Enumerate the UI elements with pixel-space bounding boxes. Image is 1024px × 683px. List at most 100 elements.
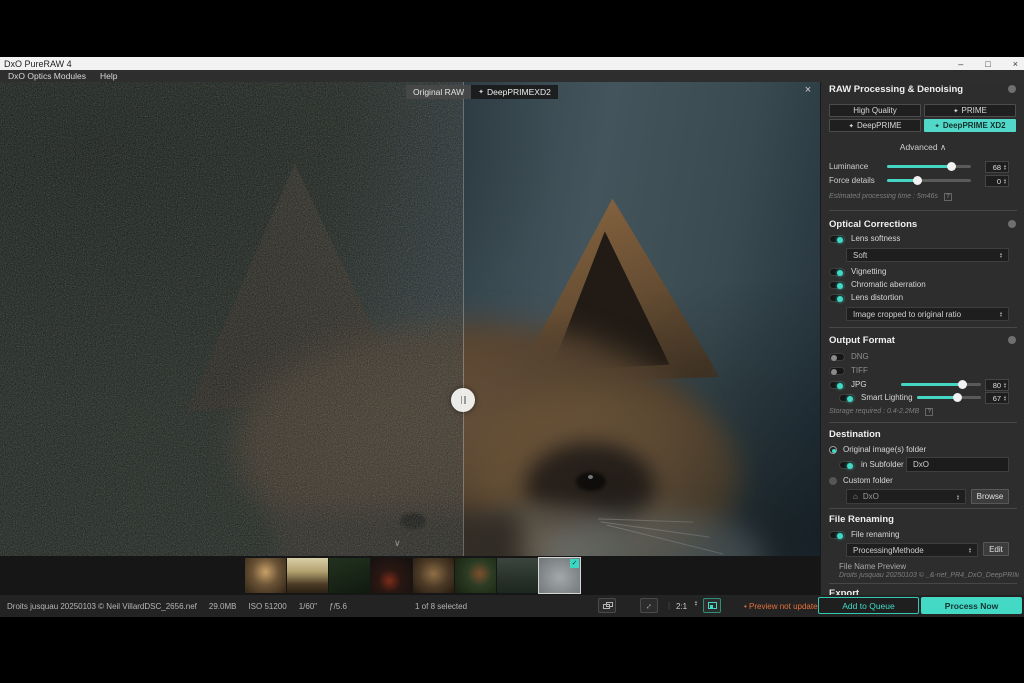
stepper-down-icon[interactable]: ▼: [1003, 385, 1007, 388]
jpg-quality-slider[interactable]: [901, 383, 981, 386]
image-compare-view[interactable]: Original RAW ✦ DeepPRIMEXD2 × ∨: [0, 82, 820, 556]
smart-lighting-number: 67: [986, 394, 1003, 403]
lens-softness-toggle[interactable]: [829, 235, 845, 243]
aperture-text: ƒ/5.6: [329, 602, 347, 611]
advanced-toggle[interactable]: Advanced ∧: [821, 142, 1024, 153]
divider: [829, 327, 1017, 328]
edit-button[interactable]: Edit: [983, 542, 1009, 556]
thumbnail-2[interactable]: [287, 558, 328, 593]
expand-icon: ↕: [644, 600, 654, 610]
method-high-quality[interactable]: High Quality: [829, 104, 921, 117]
method-label: High Quality: [853, 106, 897, 115]
sparkle-icon: ✦: [953, 107, 958, 115]
thumbnail-3[interactable]: [329, 558, 370, 593]
thumbnail-1[interactable]: [245, 558, 286, 593]
help-icon[interactable]: ?: [925, 408, 933, 416]
divider: [829, 508, 1017, 509]
menu-dxo-optics-modules[interactable]: DxO Optics Modules: [8, 71, 86, 81]
minimize-button[interactable]: –: [958, 59, 963, 69]
sparkle-icon: ✦: [478, 88, 484, 96]
zoom-stepper[interactable]: ▲▼: [694, 600, 699, 606]
status-bar: Droits jusquau 20250103 © Neil VillardDS…: [0, 595, 1024, 617]
optical-reset-icon[interactable]: [1008, 220, 1016, 228]
custom-folder-value: DxO: [863, 492, 956, 501]
compare-mode-button[interactable]: [598, 598, 616, 613]
thumbnail-8-selected[interactable]: ✓: [539, 558, 580, 593]
force-details-value[interactable]: 0 ▲▼: [985, 175, 1009, 187]
output-reset-icon[interactable]: [1008, 336, 1016, 344]
compare-labels: Original RAW ✦ DeepPRIMEXD2: [406, 85, 558, 99]
help-icon[interactable]: ?: [944, 193, 952, 201]
add-to-queue-button[interactable]: Add to Queue: [818, 597, 919, 614]
force-details-slider[interactable]: [887, 179, 971, 182]
jpg-quality-value[interactable]: 80 ▲▼: [985, 379, 1009, 391]
chromatic-toggle[interactable]: [829, 281, 845, 289]
compare-split-handle[interactable]: [451, 388, 475, 412]
divider: [829, 583, 1017, 584]
dng-toggle[interactable]: [829, 353, 845, 361]
section-output-title: Output Format: [829, 335, 895, 346]
noise-texture: [0, 82, 463, 556]
stepper-down-icon[interactable]: ▼: [1003, 181, 1007, 184]
vignetting-label: Vignetting: [851, 267, 886, 276]
browse-button[interactable]: Browse: [971, 489, 1009, 504]
close-compare-icon[interactable]: ×: [800, 84, 816, 98]
thumbnail-6[interactable]: [455, 558, 496, 593]
stepper-down-icon[interactable]: ▼: [1003, 167, 1007, 170]
custom-folder-dropdown[interactable]: ⌂ DxO ▲▼: [846, 489, 966, 504]
method-deepprime-xd2-selected[interactable]: ✦ DeepPRIME XD2: [924, 119, 1016, 132]
iso-text: ISO 51200: [248, 602, 286, 611]
method-deepprime[interactable]: ✦ DeepPRIME: [829, 119, 921, 132]
renaming-method-value: ProcessingMethode: [853, 546, 968, 555]
subfolder-input[interactable]: DxO: [906, 457, 1009, 472]
edit-label: Edit: [989, 545, 1003, 554]
storage-required: Storage required : 0.4-2.2MB ?: [829, 408, 933, 416]
sparkle-icon: ✦: [934, 122, 939, 130]
custom-folder-radio[interactable]: [829, 477, 837, 485]
vignetting-toggle[interactable]: [829, 268, 845, 276]
smart-lighting-toggle[interactable]: [839, 394, 855, 402]
distortion-toggle[interactable]: [829, 294, 845, 302]
compare-split-line: [463, 82, 464, 556]
lens-softness-dropdown[interactable]: Soft ▲▼: [846, 248, 1009, 262]
subfolder-toggle[interactable]: [839, 461, 855, 469]
section-optical-title: Optical Corrections: [829, 219, 917, 230]
process-now-button[interactable]: Process Now: [921, 597, 1022, 614]
luminance-value[interactable]: 68 ▲▼: [985, 161, 1009, 173]
zoom-level[interactable]: 2:1: [676, 602, 687, 611]
tiff-toggle[interactable]: [829, 367, 845, 375]
browse-label: Browse: [977, 492, 1004, 501]
luminance-slider[interactable]: [887, 165, 971, 168]
smart-lighting-value[interactable]: 67 ▲▼: [985, 392, 1009, 404]
method-label: PRIME: [962, 106, 987, 115]
fit-screen-button[interactable]: ↕: [640, 598, 658, 613]
bullet-icon: •: [744, 602, 747, 611]
lens-softness-label: Lens softness: [851, 234, 900, 243]
stepper-down-icon[interactable]: ▼: [1003, 398, 1007, 401]
processing-time-estimate: Estimated processing time : 5m46s ?: [829, 193, 952, 201]
original-folder-radio[interactable]: [829, 446, 837, 454]
original-raw-label[interactable]: Original RAW: [406, 85, 471, 99]
raw-processing-reset-icon[interactable]: [1008, 85, 1016, 93]
thumbnail-7[interactable]: [497, 558, 538, 593]
smart-lighting-slider[interactable]: [917, 396, 981, 399]
processed-label[interactable]: ✦ DeepPRIMEXD2: [471, 85, 558, 99]
jpg-toggle[interactable]: [829, 381, 845, 389]
distortion-dropdown[interactable]: Image cropped to original ratio ▲▼: [846, 307, 1009, 321]
maximize-button[interactable]: □: [985, 59, 990, 69]
subfolder-label: in Subfolder: [861, 460, 904, 469]
file-renaming-toggle[interactable]: [829, 531, 845, 539]
thumbnail-4[interactable]: [371, 558, 412, 593]
preview-placement-button[interactable]: [703, 598, 721, 613]
thumbnail-5[interactable]: [413, 558, 454, 593]
menu-help[interactable]: Help: [100, 71, 117, 81]
method-prime[interactable]: ✦ PRIME: [924, 104, 1016, 117]
dropdown-down-icon: ▼: [956, 497, 960, 500]
title-bar: DxO PureRAW 4 – □ ×: [0, 57, 1024, 70]
force-details-label: Force details: [829, 176, 875, 185]
stepper-down-icon[interactable]: ▼: [694, 603, 698, 606]
close-button[interactable]: ×: [1013, 59, 1018, 69]
filmstrip-collapse-icon[interactable]: ∨: [394, 538, 401, 549]
subfolder-value: DxO: [913, 460, 929, 469]
renaming-method-dropdown[interactable]: ProcessingMethode ▲▼: [846, 543, 978, 557]
